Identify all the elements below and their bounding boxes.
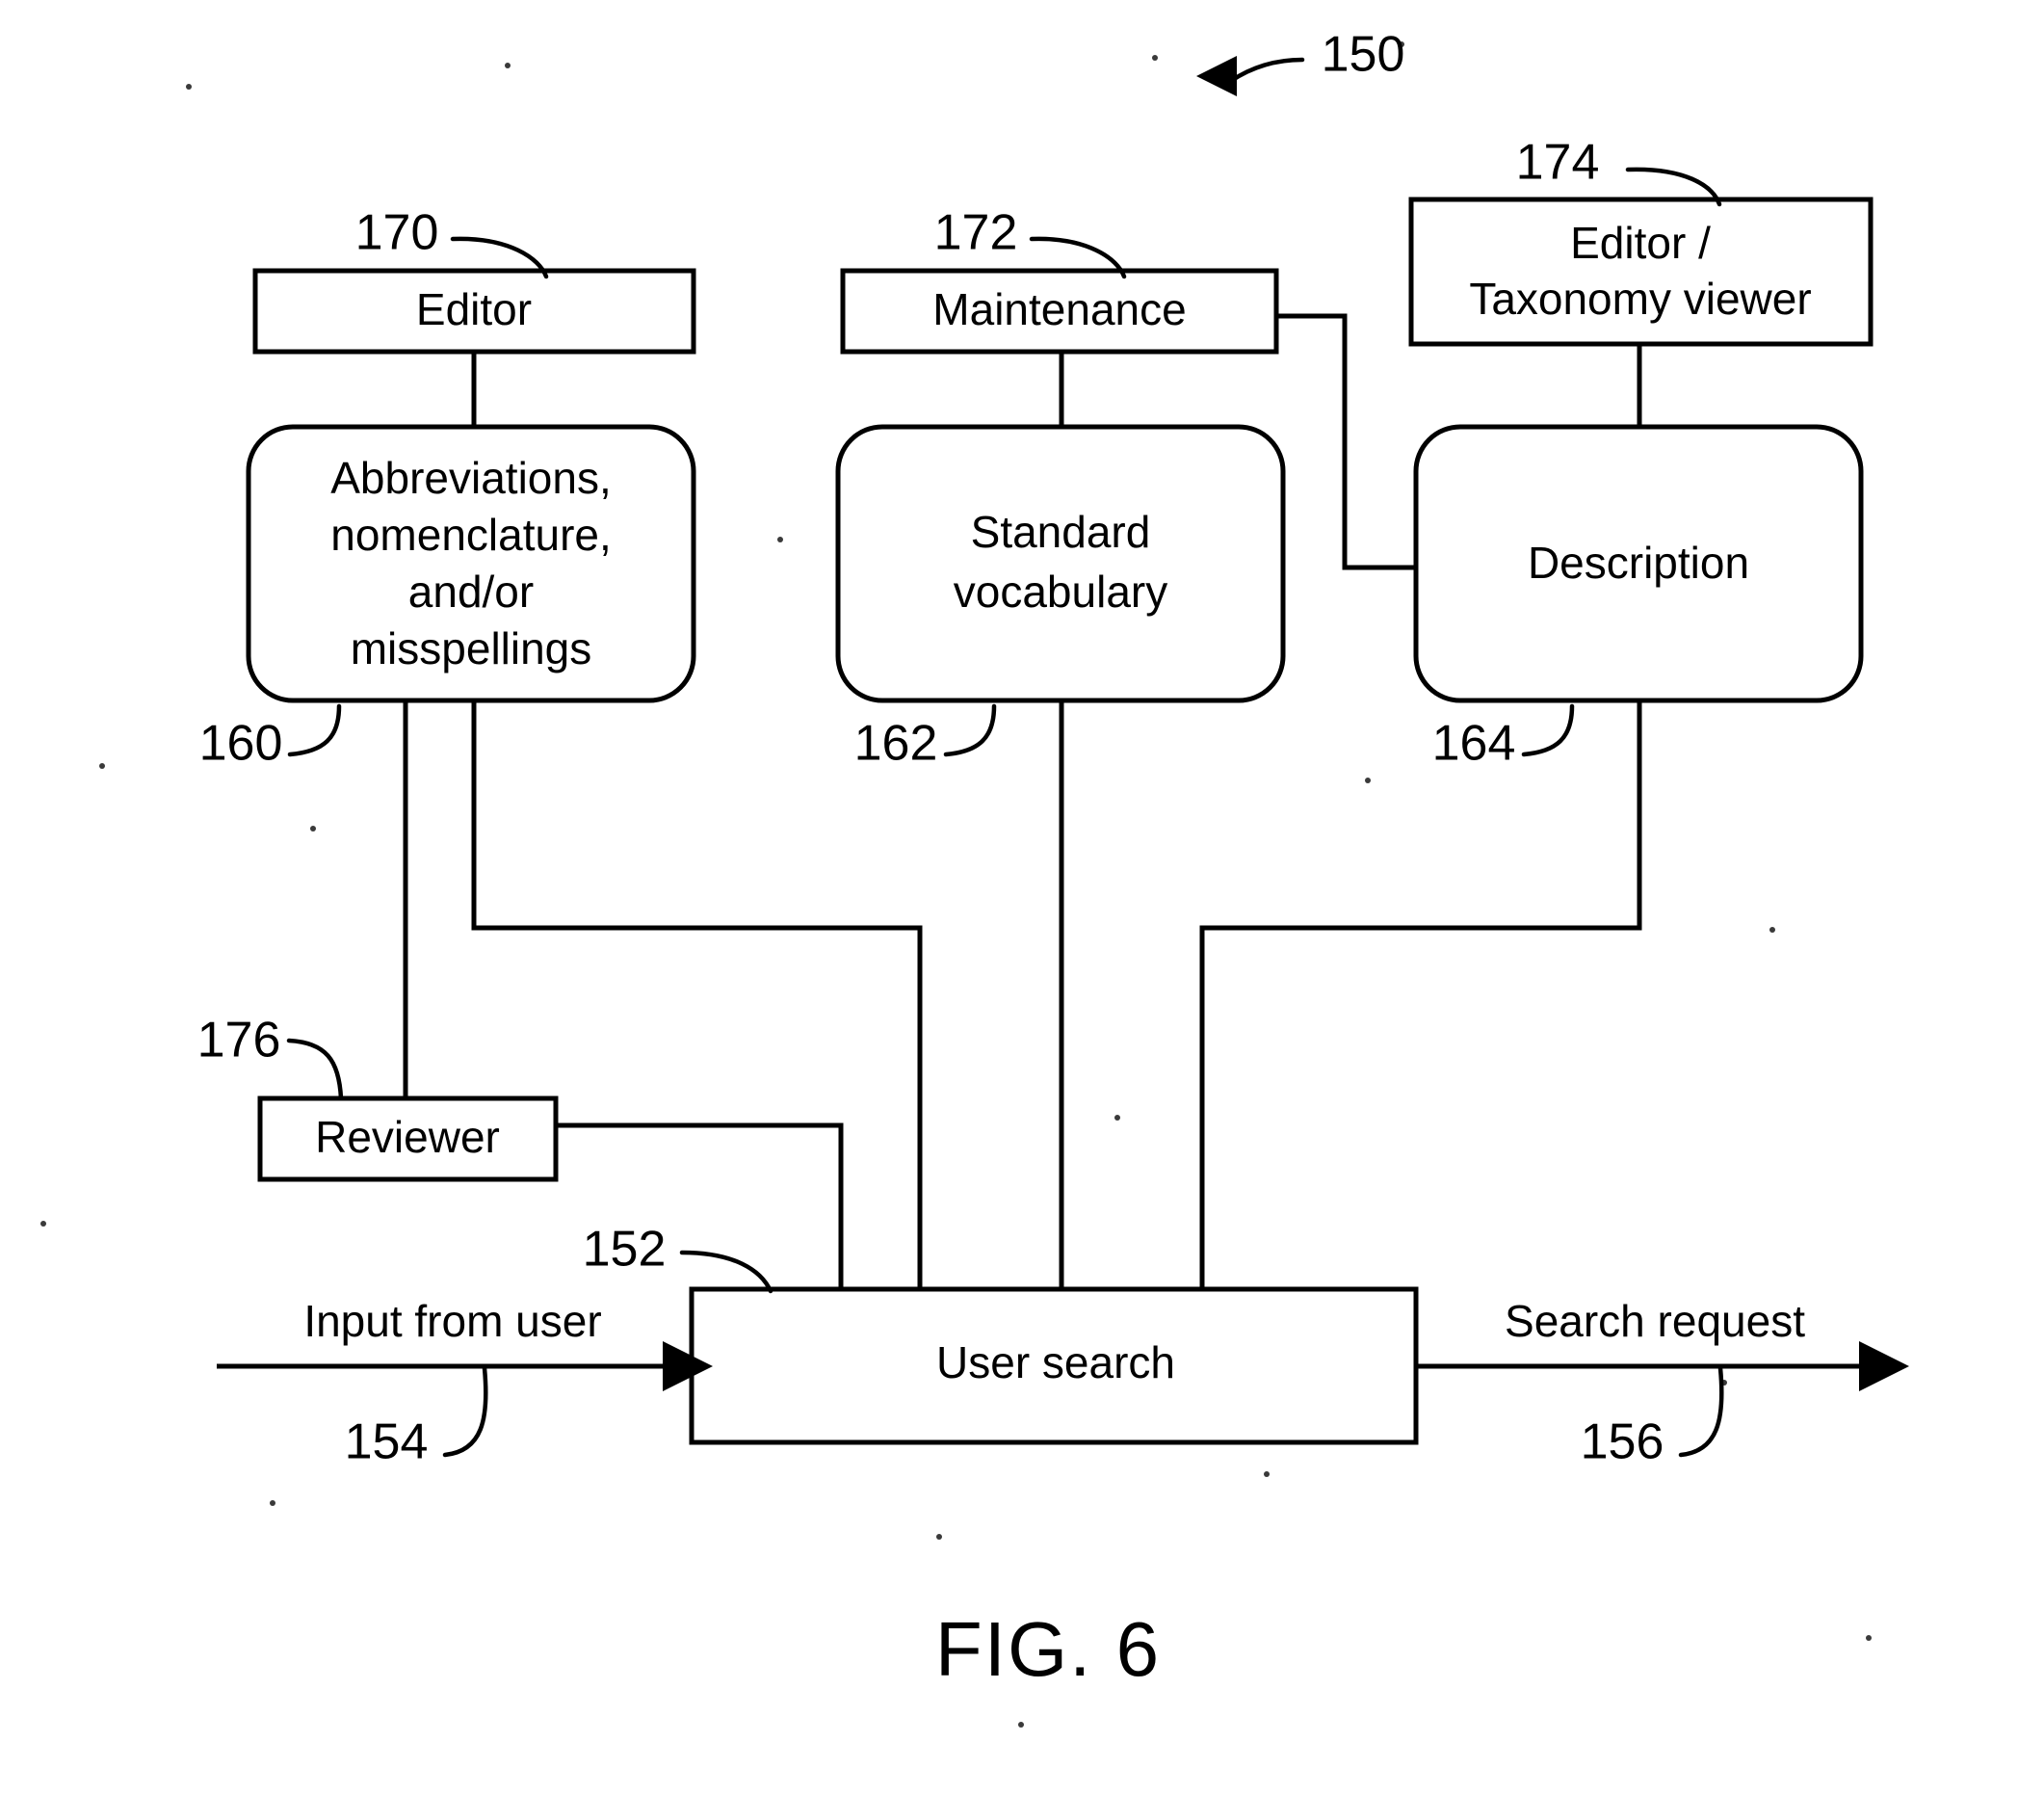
flow-search-request: Search request 156 (1416, 1296, 1909, 1470)
connector-maintenance-to-description (1277, 313, 1416, 570)
diagram-canvas: Editor 170 Maintenance 172 Editor / Taxo… (40, 27, 1909, 1728)
box-abbreviations[interactable]: Abbreviations, nomenclature, and/or miss… (246, 424, 696, 703)
ref-callout-176: 176 (197, 1013, 344, 1101)
ref-callout-152: 152 (583, 1222, 773, 1294)
box-reviewer[interactable]: Reviewer (257, 1095, 559, 1182)
ref-number-150: 150 (1322, 27, 1405, 83)
editor-taxonomy-viewer-label-line2: Taxonomy viewer (1469, 274, 1811, 324)
box-maintenance[interactable]: Maintenance (840, 268, 1279, 355)
abbreviations-label-line1: Abbreviations, (330, 453, 612, 503)
ref-callout-150: 150 (1196, 27, 1404, 96)
input-from-user-label: Input from user (303, 1296, 601, 1346)
output-arrow-head (1859, 1341, 1909, 1391)
abbreviations-label-line4: misspellings (351, 623, 592, 673)
box-description[interactable]: Description (1413, 424, 1864, 703)
ref-number-176: 176 (197, 1013, 281, 1069)
flow-input-from-user: Input from user 154 (217, 1296, 713, 1470)
editor-label: Editor (416, 284, 532, 334)
box-editor-taxonomy-viewer[interactable]: Editor / Taxonomy viewer (1408, 197, 1874, 347)
standard-vocabulary-label-line2: vocabulary (954, 567, 1167, 617)
ref-number-154: 154 (345, 1414, 429, 1470)
standard-vocabulary-box-outline (835, 424, 1286, 703)
ref-callout-172: 172 (934, 205, 1127, 279)
description-label: Description (1528, 538, 1749, 588)
ref-number-162: 162 (854, 716, 938, 772)
figure-caption: FIG. 6 (935, 1606, 1161, 1692)
ref-number-156: 156 (1581, 1414, 1664, 1470)
ref-callout-162: 162 (854, 703, 997, 772)
reviewer-label: Reviewer (315, 1112, 500, 1162)
abbreviations-label-line2: nomenclature, (330, 510, 612, 560)
box-editor[interactable]: Editor (252, 268, 696, 355)
search-request-label: Search request (1505, 1296, 1805, 1346)
abbreviations-label-line3: and/or (408, 567, 534, 617)
maintenance-label: Maintenance (932, 284, 1186, 334)
ref-callout-170: 170 (355, 205, 549, 279)
ref-150-arrow-head (1196, 56, 1237, 96)
box-user-search[interactable]: User search (689, 1286, 1419, 1445)
ref-callout-160: 160 (199, 703, 342, 772)
ref-number-164: 164 (1432, 716, 1516, 772)
standard-vocabulary-label-line1: Standard (971, 507, 1151, 557)
patent-figure-6: Editor 170 Maintenance 172 Editor / Taxo… (0, 0, 2044, 1795)
ref-number-170: 170 (355, 205, 439, 261)
box-standard-vocabulary[interactable]: Standard vocabulary (835, 424, 1286, 703)
user-search-label: User search (936, 1337, 1175, 1387)
connector-description-to-user-search (1199, 700, 1642, 1289)
ref-number-172: 172 (934, 205, 1018, 261)
ref-number-174: 174 (1516, 135, 1600, 191)
ref-number-152: 152 (583, 1222, 667, 1278)
connector-abbreviations-to-user-search (471, 700, 923, 1289)
ref-number-160: 160 (199, 716, 283, 772)
editor-taxonomy-viewer-label-line1: Editor / (1570, 218, 1711, 268)
ref-callout-174: 174 (1516, 135, 1722, 207)
ref-callout-164: 164 (1432, 703, 1575, 772)
